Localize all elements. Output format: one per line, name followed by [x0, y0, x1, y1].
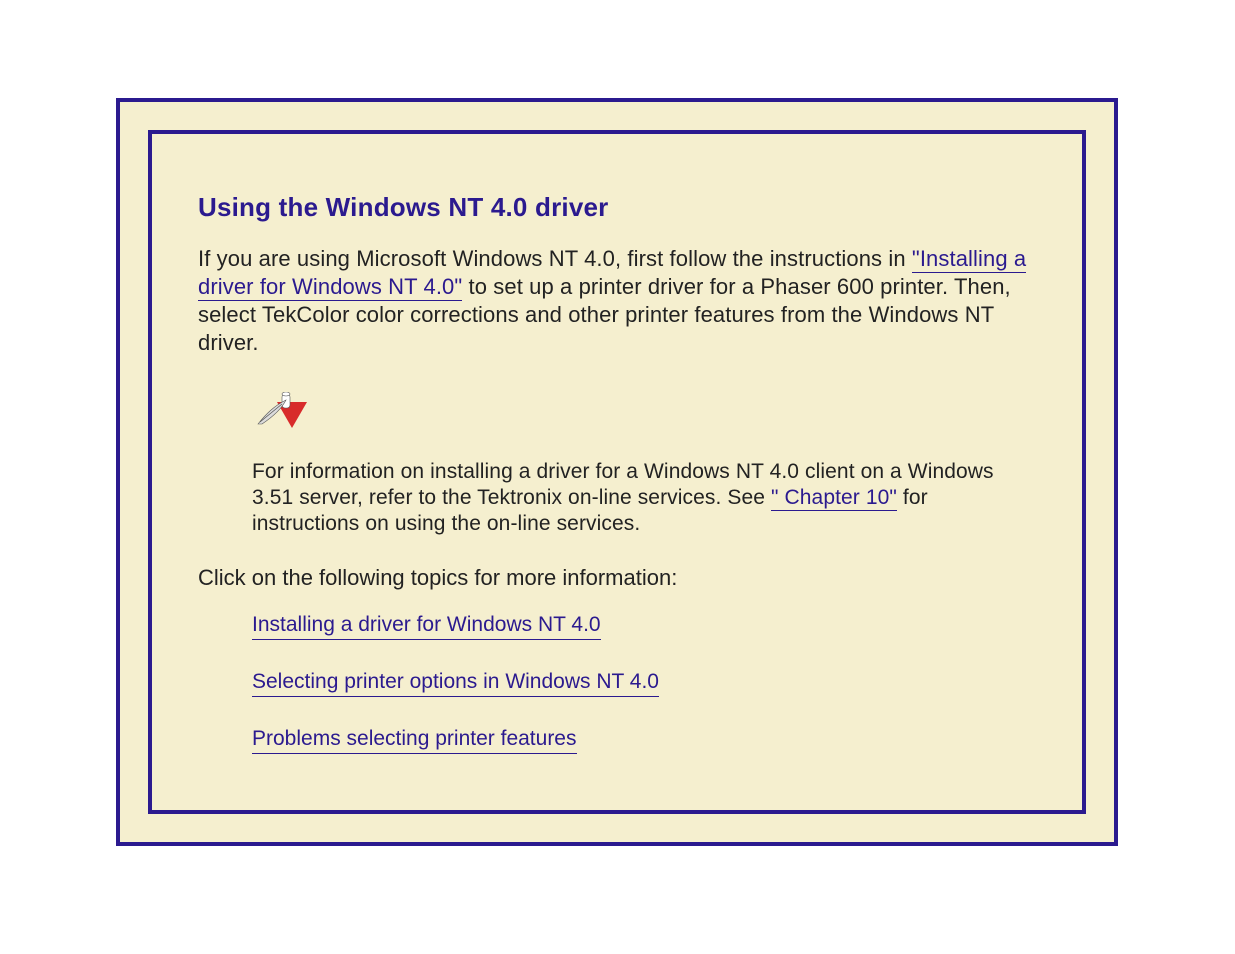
topic-link-problems[interactable]: Problems selecting printer features: [252, 727, 577, 754]
page: Using the Windows NT 4.0 driver If you a…: [0, 0, 1235, 954]
list-item: Problems selecting printer features: [252, 727, 1036, 754]
topic-link-options[interactable]: Selecting printer options in Windows NT …: [252, 670, 659, 697]
note-icon-row: [252, 392, 1036, 438]
page-title: Using the Windows NT 4.0 driver: [198, 192, 1036, 223]
intro-text-pre: If you are using Microsoft Windows NT 4.…: [198, 246, 912, 271]
list-item: Selecting printer options in Windows NT …: [252, 670, 1036, 697]
note-block: For information on installing a driver f…: [252, 392, 1036, 537]
outer-frame: Using the Windows NT 4.0 driver If you a…: [116, 98, 1118, 846]
chapter-10-link[interactable]: " Chapter 10": [771, 486, 897, 511]
note-icon: [252, 392, 1036, 436]
topics-lead: Click on the following topics for more i…: [198, 565, 1036, 591]
topic-link-install[interactable]: Installing a driver for Windows NT 4.0: [252, 613, 601, 640]
list-item: Installing a driver for Windows NT 4.0: [252, 613, 1036, 640]
inner-frame: Using the Windows NT 4.0 driver If you a…: [148, 130, 1086, 814]
note-text: For information on installing a driver f…: [252, 459, 1022, 537]
intro-paragraph: If you are using Microsoft Windows NT 4.…: [198, 245, 1036, 358]
topic-list: Installing a driver for Windows NT 4.0 S…: [252, 613, 1036, 754]
